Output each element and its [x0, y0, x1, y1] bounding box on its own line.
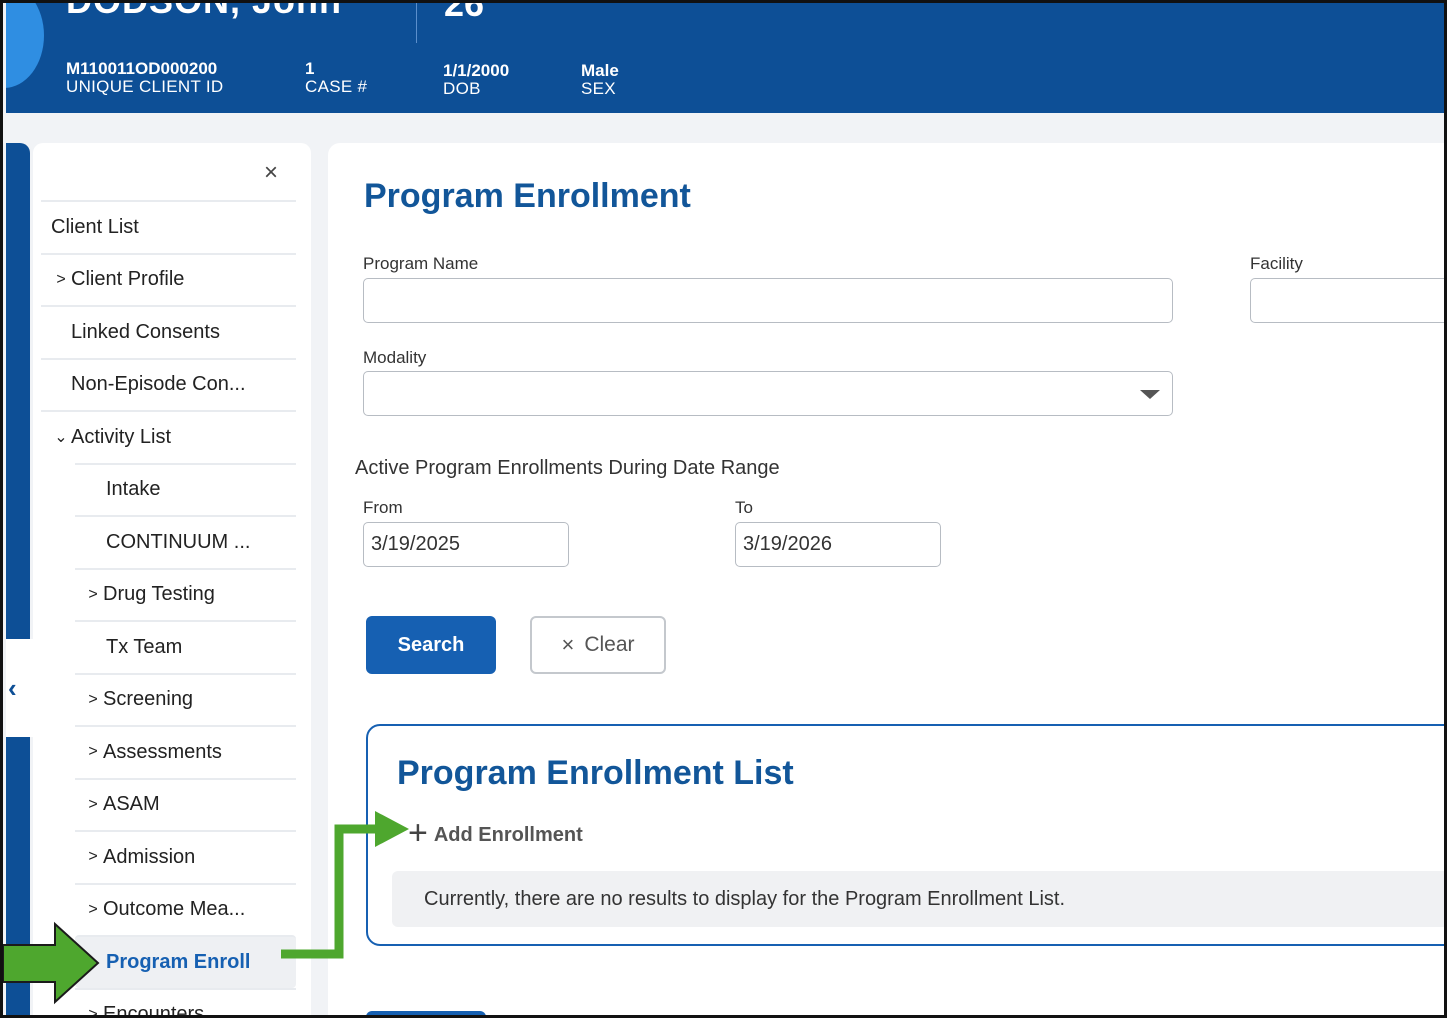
sidebar-item-label: Tx Team	[106, 635, 183, 658]
dropdown-arrow-icon	[1140, 390, 1160, 399]
client-name: DODSON, John	[66, 3, 342, 19]
sidebar-item-program-enroll[interactable]: Program Enroll	[75, 935, 296, 988]
sidebar-item-encounters[interactable]: > Encounters	[75, 987, 296, 1018]
chevron-right-icon: >	[88, 743, 98, 761]
sidebar-item-label: Encounters	[103, 1003, 205, 1018]
sidebar-item-screening[interactable]: > Screening	[75, 672, 296, 726]
add-enrollment-label: Add Enrollment	[433, 823, 583, 846]
header-divider	[416, 3, 417, 43]
clear-button-label: Clear	[584, 633, 635, 656]
unique-client-id-field: M110011OD000200 UNIQUE CLIENT ID	[66, 60, 224, 96]
chevron-down-icon: ⌄	[54, 429, 68, 447]
sidebar-item-label: Drug Testing	[103, 583, 215, 606]
sidebar-item-non-episode-con[interactable]: Non-Episode Con...	[41, 357, 296, 411]
empty-results-message: Currently, there are no results to displ…	[392, 871, 1444, 927]
chevron-right-icon: >	[56, 270, 66, 288]
chevron-right-icon: >	[88, 795, 98, 813]
program-name-input[interactable]	[363, 278, 1173, 323]
sidebar-item-label: CONTINUUM ...	[106, 530, 251, 553]
page-title: Program Enrollment	[364, 177, 691, 215]
chevron-right-icon: >	[88, 690, 98, 708]
sex-label: SEX	[581, 78, 616, 98]
sidebar-item-label: Outcome Mea...	[103, 898, 246, 921]
nav-rail	[6, 143, 30, 1015]
chevron-right-icon: >	[88, 848, 98, 866]
sidebar-item-label: Non-Episode Con...	[71, 373, 246, 396]
screenshot-frame: DODSON, John 26 M110011OD000200 UNIQUE C…	[0, 0, 1447, 1018]
sidebar-item-linked-consents[interactable]: Linked Consents	[41, 305, 296, 358]
case-number-field: 1 CASE #	[305, 60, 367, 96]
chevron-right-icon: >	[88, 585, 98, 603]
sidebar-item-label: Client Profile	[71, 268, 185, 291]
unique-client-id-value: M110011OD000200	[66, 59, 218, 78]
sidebar-item-activity-list[interactable]: ⌄ Activity List	[41, 410, 296, 463]
sidebar-item-label: Screening	[103, 688, 194, 711]
sidebar-item-label: Linked Consents	[71, 320, 220, 343]
sidebar-item-label: Program Enroll	[106, 950, 251, 973]
modality-label: Modality	[363, 348, 427, 367]
clear-button[interactable]: × Clear	[530, 616, 666, 674]
sidebar-item-label: Client List	[51, 215, 139, 238]
sidebar-item-label: Intake	[106, 478, 161, 501]
chevron-right-icon: >	[88, 1005, 98, 1018]
client-age: 26	[444, 3, 485, 24]
sidebar-item-label: Assessments	[103, 740, 222, 763]
to-date-label: To	[735, 498, 753, 517]
facility-label: Facility	[1250, 254, 1303, 273]
sidebar-close-button[interactable]: ×	[259, 161, 283, 185]
case-number-label: CASE #	[305, 76, 368, 96]
sex-field: Male SEX	[581, 62, 619, 98]
facility-input[interactable]	[1250, 278, 1444, 323]
from-date-input[interactable]	[363, 522, 569, 567]
sex-value: Male	[581, 61, 619, 80]
client-header: DODSON, John 26 M110011OD000200 UNIQUE C…	[6, 3, 1444, 113]
sidebar-item-client-profile[interactable]: > Client Profile	[41, 252, 296, 306]
sidebar-item-client-list[interactable]: Client List	[41, 200, 296, 253]
add-enrollment-button[interactable]: + Add Enrollment	[408, 816, 583, 850]
sidebar-item-tx-team[interactable]: Tx Team	[75, 620, 296, 673]
search-button-label: Search	[397, 633, 465, 656]
search-button[interactable]: Search	[366, 616, 496, 674]
date-range-label: Active Program Enrollments During Date R…	[355, 457, 780, 479]
sidebar-item-label: Admission	[103, 845, 196, 868]
plus-icon: +	[408, 814, 428, 852]
program-enrollment-list-card: Program Enrollment List + Add Enrollment…	[366, 724, 1444, 946]
dob-field: 1/1/2000 DOB	[443, 62, 509, 98]
to-date-input[interactable]	[735, 522, 941, 567]
close-icon: ×	[263, 159, 278, 186]
sidebar-item-continuum[interactable]: CONTINUUM ...	[75, 515, 296, 568]
dob-label: DOB	[443, 78, 481, 98]
avatar	[6, 3, 44, 88]
sidebar-menu: Client List > Client Profile Linked Cons…	[41, 200, 296, 1018]
unique-client-id-label: UNIQUE CLIENT ID	[66, 76, 224, 96]
program-name-label: Program Name	[363, 254, 479, 273]
sidebar-item-outcome-measures[interactable]: > Outcome Mea...	[75, 882, 296, 936]
modality-select[interactable]	[363, 371, 1173, 416]
case-number-value: 1	[305, 59, 315, 78]
sidebar-item-admission[interactable]: > Admission	[75, 830, 296, 883]
partially-visible-button[interactable]	[366, 1011, 486, 1015]
sidebar-item-label: Activity List	[71, 425, 172, 448]
sidebar-item-asam[interactable]: > ASAM	[75, 777, 296, 831]
chevron-left-icon: ‹	[8, 672, 17, 703]
main-panel: Program Enrollment Program Name Facility…	[328, 143, 1444, 1015]
chevron-right-icon: >	[88, 900, 98, 918]
close-icon: ×	[561, 632, 575, 657]
sidebar-item-label: ASAM	[103, 793, 160, 816]
list-title: Program Enrollment List	[397, 754, 794, 792]
sidebar-item-intake[interactable]: Intake	[75, 462, 296, 516]
dob-value: 1/1/2000	[443, 61, 510, 80]
from-date-label: From	[363, 498, 403, 517]
sidebar-item-drug-testing[interactable]: > Drug Testing	[75, 567, 296, 621]
sidebar: × Client List > Client Profile Linked Co…	[33, 143, 311, 1018]
sidebar-item-assessments[interactable]: > Assessments	[75, 725, 296, 778]
